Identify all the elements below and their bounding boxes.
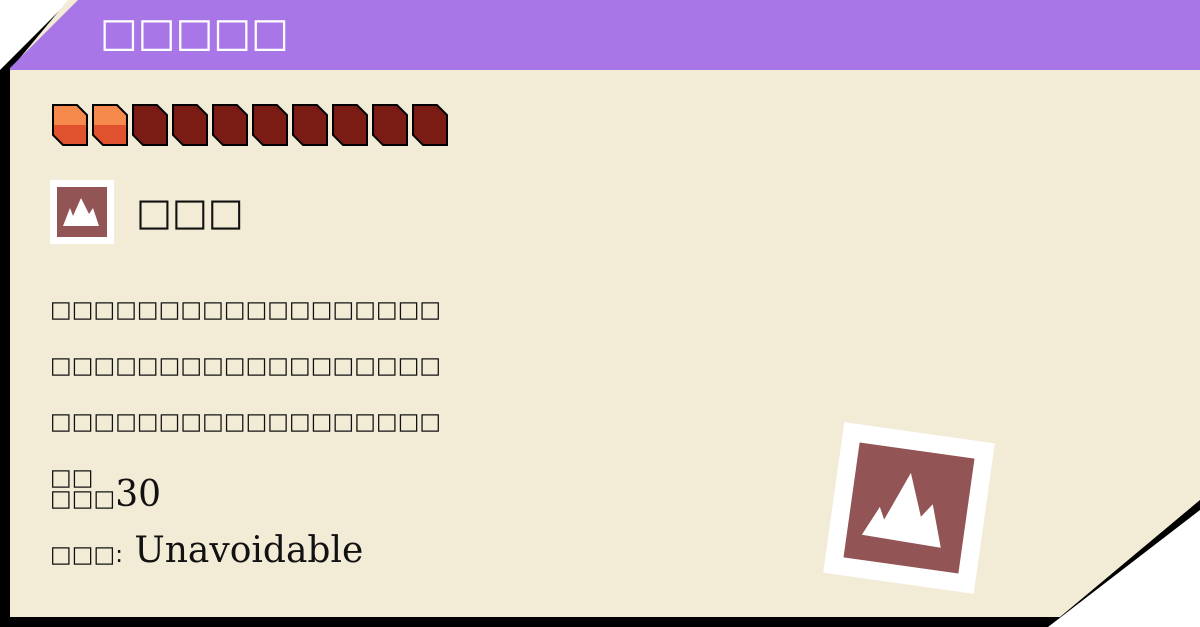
cost-pip-filled	[92, 104, 132, 146]
accuracy-stat: □□□: Unavoidable	[50, 530, 363, 571]
cost-pip-empty	[172, 104, 212, 146]
power-stat: □□□30	[50, 474, 161, 515]
type-name: □□□	[136, 190, 244, 234]
cost-pip-empty	[132, 104, 172, 146]
type-badge	[50, 180, 114, 244]
accuracy-label: □□□:	[50, 542, 123, 568]
move-title: □□□□□	[100, 10, 289, 56]
type-row: □□□	[50, 180, 244, 244]
accuracy-value: Unavoidable	[134, 530, 364, 571]
power-label: □□□	[50, 486, 116, 512]
move-card-stage: □□□□□ □□□ □□□□□□□□□□□□□□□□□□□□□□□□□□□□□□…	[0, 0, 1200, 627]
type-emblem	[823, 422, 995, 594]
cost-pip-empty	[292, 104, 332, 146]
mountain-icon	[861, 472, 941, 548]
cost-pip-empty	[252, 104, 292, 146]
cost-pip-empty	[372, 104, 412, 146]
power-value: 30	[115, 474, 162, 515]
cost-pips	[52, 104, 452, 146]
cost-pip-filled	[52, 104, 92, 146]
cost-pip-empty	[332, 104, 372, 146]
move-description: □□□□□□□□□□□□□□□□□□□□□□□□□□□□□□□□□□□□□□□□…	[50, 297, 442, 491]
cost-pip-empty	[412, 104, 452, 146]
cost-pip-empty	[212, 104, 252, 146]
mountain-icon	[63, 198, 99, 226]
